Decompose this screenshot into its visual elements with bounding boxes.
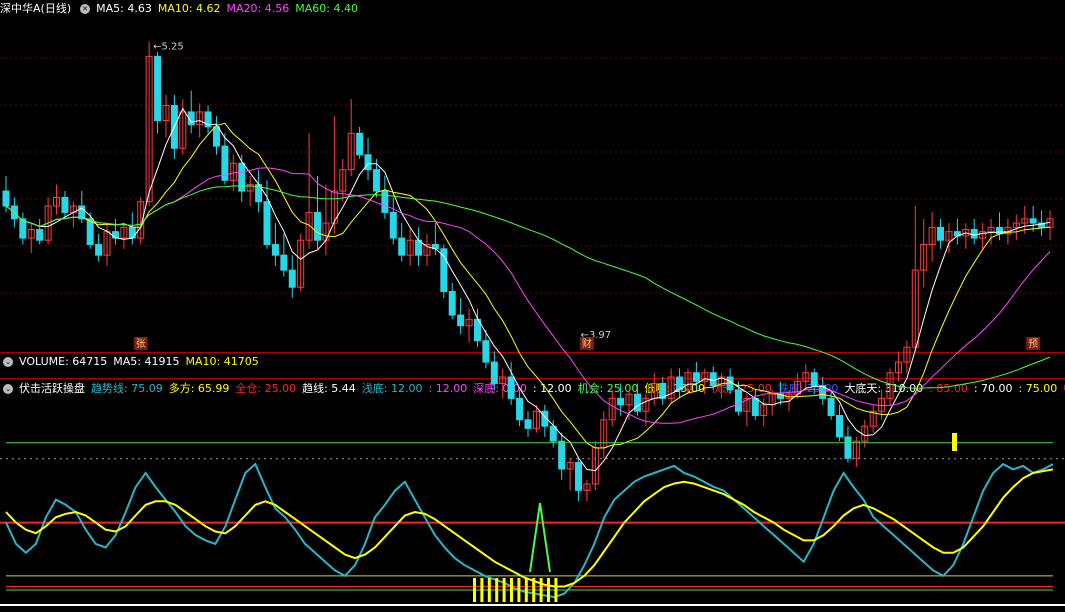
signal-bar: [510, 578, 513, 602]
candle-body: [2, 190, 10, 207]
candle-body: [995, 226, 1003, 235]
candle-body: [524, 419, 532, 429]
signal-bar: [480, 578, 484, 602]
candle-body: [364, 154, 372, 171]
candle-body: [827, 397, 835, 417]
candle-body: [810, 372, 818, 387]
signal-bar: [532, 578, 536, 602]
event-marker: 财: [582, 337, 592, 350]
candle-body: [415, 239, 423, 256]
candle-body: [238, 162, 246, 192]
signal-bar: [487, 578, 491, 602]
signal-bar: [502, 578, 506, 602]
signal-bar: [539, 578, 543, 602]
candle-body: [280, 254, 288, 271]
candle-body: [633, 393, 641, 412]
signal-bar-top: [952, 433, 957, 451]
candle-body: [36, 229, 44, 241]
candle-body: [844, 436, 852, 459]
candle-body: [516, 397, 524, 421]
signal-bar: [517, 578, 521, 602]
candle-body: [398, 237, 406, 256]
trend-line: [5, 462, 1054, 599]
candle-body: [617, 397, 625, 406]
candle-body: [482, 340, 490, 363]
candle-body: [836, 415, 844, 438]
candle-body: [937, 226, 945, 241]
candle-body: [128, 226, 136, 239]
candle-body: [448, 291, 456, 316]
candle-body: [457, 314, 465, 327]
candle-body: [86, 218, 94, 245]
candle-body: [389, 211, 397, 239]
chart-canvas: ←5.25←3.97张财预: [0, 41, 1065, 606]
candle-body: [95, 243, 103, 256]
event-marker: 张: [136, 338, 146, 350]
candle-body: [1029, 218, 1037, 224]
candle-body: [490, 361, 498, 384]
candle-body: [314, 211, 322, 241]
spike-marker: [529, 502, 551, 573]
candle-body: [61, 196, 69, 213]
candle-body: [692, 372, 700, 382]
ma10-line: [5, 122, 1051, 449]
candle-body: [372, 169, 380, 192]
candle-body: [709, 372, 717, 387]
signal-bar: [554, 578, 558, 602]
candle-body: [440, 248, 448, 293]
candle-body: [212, 126, 220, 147]
candle-body: [381, 190, 389, 213]
event-marker: 预: [1028, 338, 1038, 350]
candle-body: [575, 462, 583, 491]
candle-body: [263, 201, 271, 245]
candle-body: [558, 440, 566, 470]
candle-body: [970, 229, 978, 239]
signal-bar: [473, 578, 476, 602]
candle-body: [288, 269, 296, 288]
ma60-line: [5, 185, 1051, 389]
candle-body: [154, 55, 162, 121]
candle-body: [751, 397, 759, 417]
candle-body: [271, 243, 279, 256]
candle-body: [734, 389, 742, 412]
signal-bar: [495, 578, 499, 602]
high-price-label: ←5.25: [153, 41, 184, 52]
candle-body: [507, 376, 515, 399]
candle-body: [356, 132, 364, 156]
signal-bar: [547, 578, 550, 602]
signal-bar: [524, 578, 528, 602]
